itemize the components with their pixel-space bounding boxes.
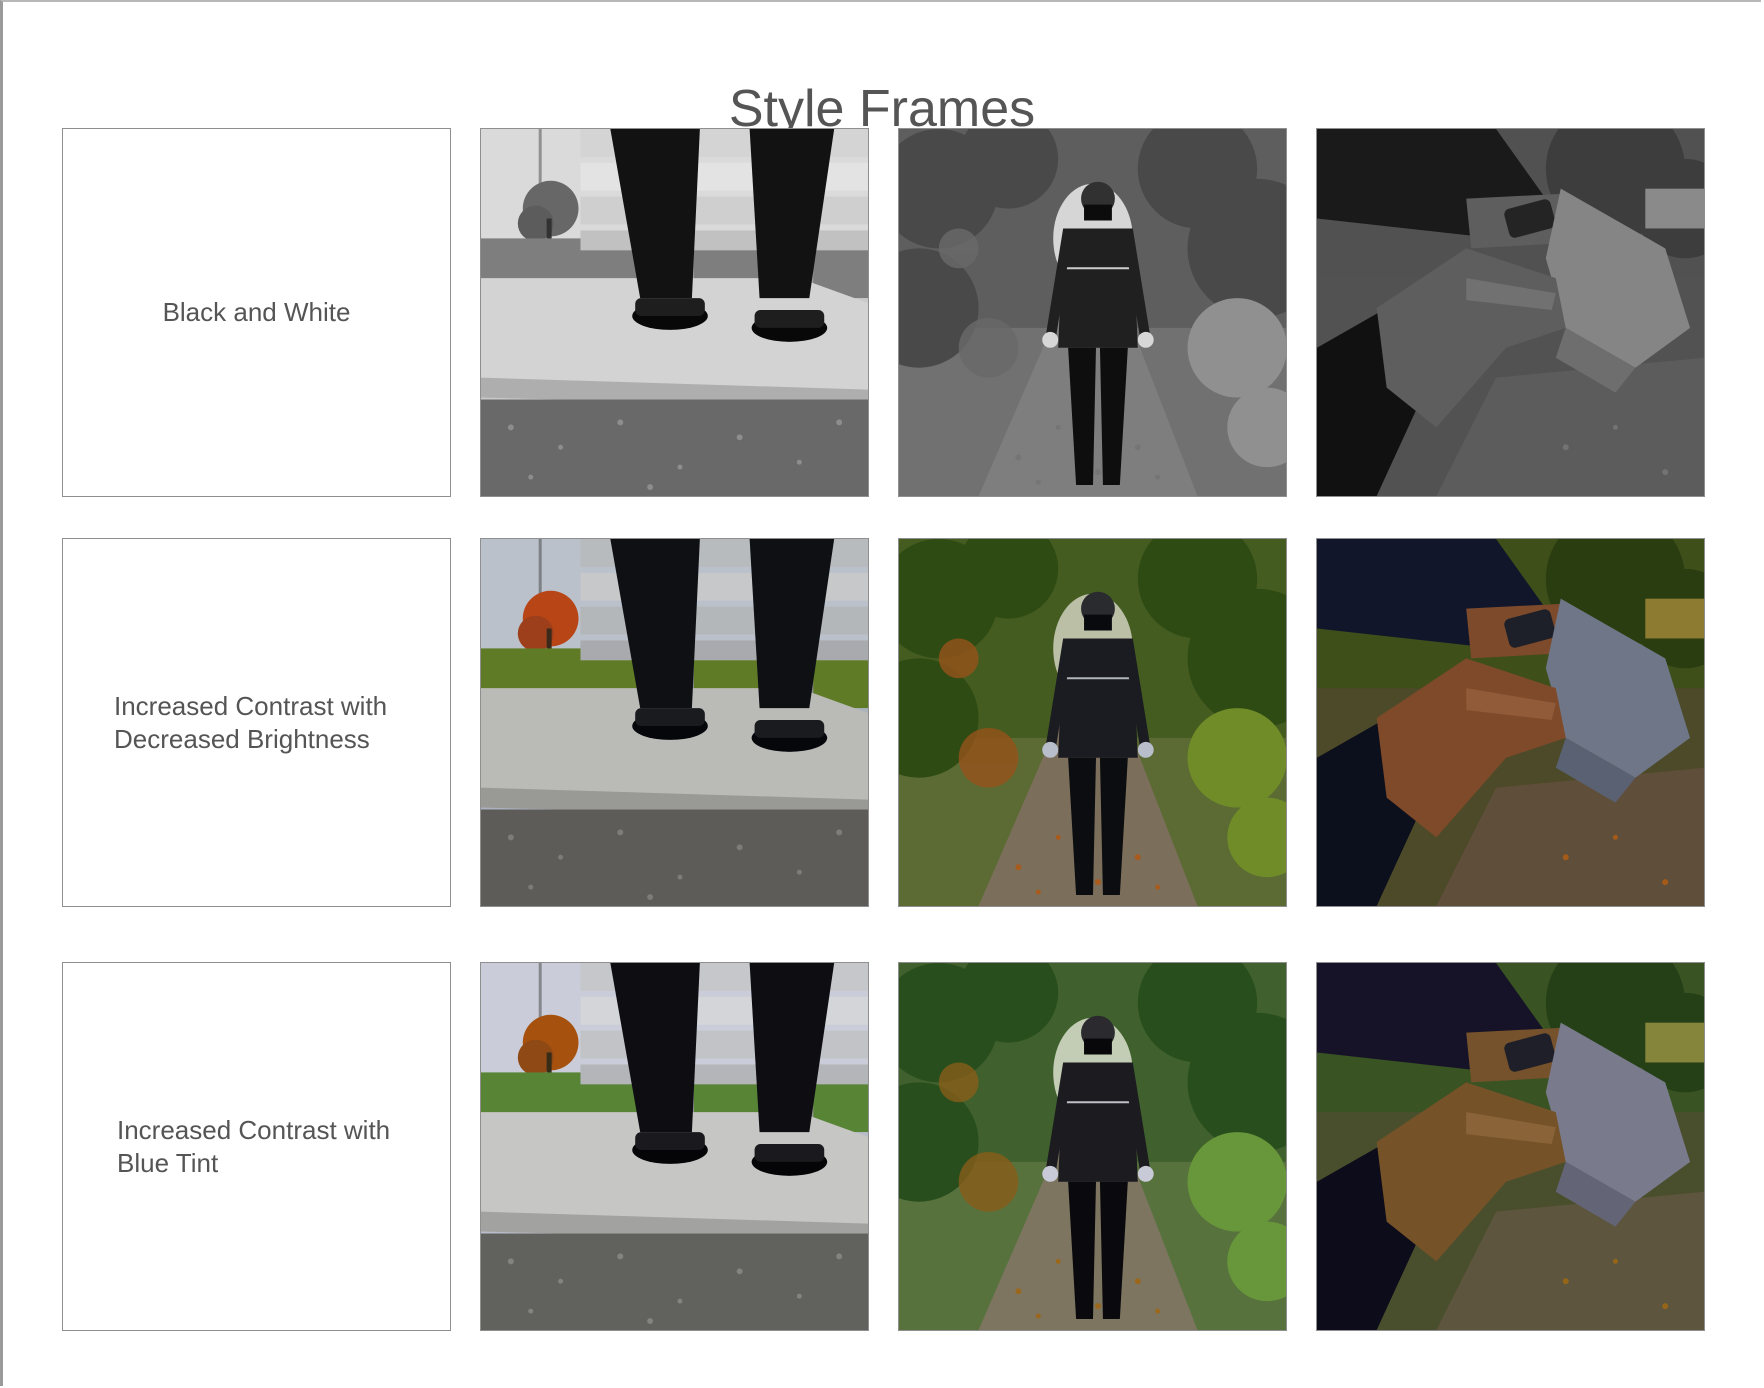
trail-walker-photo	[898, 962, 1287, 1331]
bench-feet-photo	[480, 538, 869, 907]
style-label: Increased Contrast with Decreased Bright…	[114, 690, 388, 754]
wrist-watch-photo	[1316, 128, 1705, 497]
style-label: Increased Contrast with Blue Tint	[117, 1114, 391, 1178]
trail-walker-photo	[898, 538, 1287, 907]
style-label-cell: Black and White	[62, 128, 451, 497]
bench-feet-photo	[480, 962, 869, 1331]
style-label-cell: Increased Contrast with Decreased Bright…	[62, 538, 451, 907]
style-label-cell: Increased Contrast with Blue Tint	[62, 962, 451, 1331]
wrist-watch-photo	[1316, 538, 1705, 907]
wrist-watch-photo	[1316, 962, 1705, 1331]
style-label: Black and White	[162, 297, 351, 327]
bench-feet-photo	[480, 128, 869, 497]
trail-walker-photo	[898, 128, 1287, 497]
